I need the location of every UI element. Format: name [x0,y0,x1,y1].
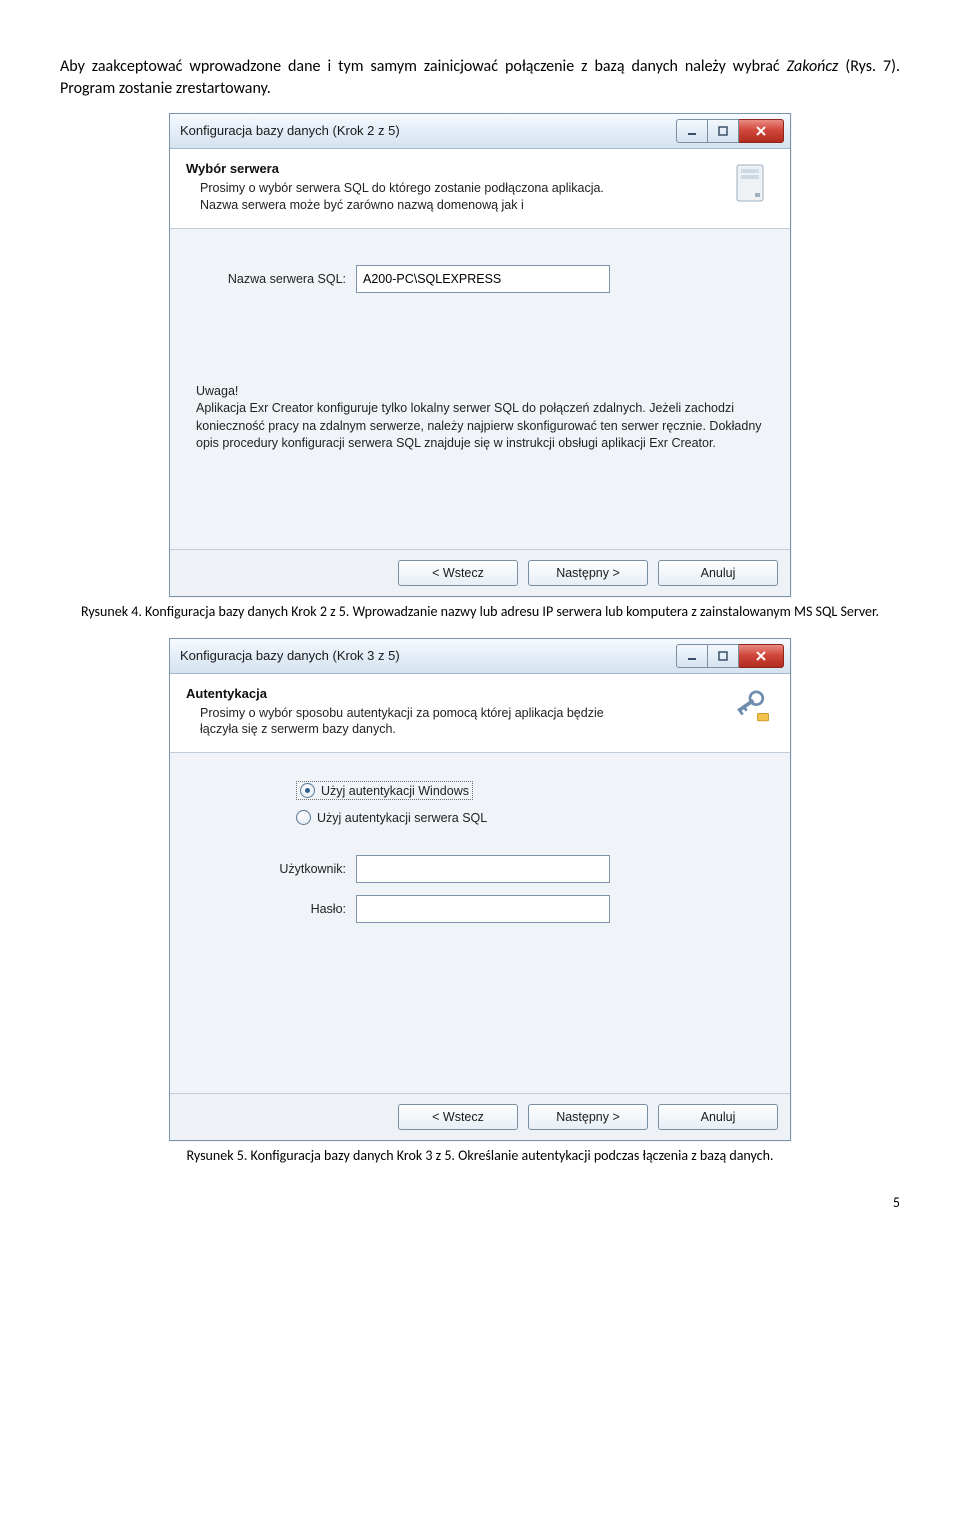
radio-sql-label: Użyj autentykacji serwera SQL [317,811,487,825]
close-button[interactable] [739,119,784,143]
server-name-label: Nazwa serwera SQL: [196,272,356,286]
maximize-icon [718,651,728,661]
back-button[interactable]: < Wstecz [398,560,518,586]
dialog-config-step2: Konfiguracja bazy danych (Krok 2 z 5) Wy… [169,113,791,597]
dialog-header: Wybór serwera Prosimy o wybór serwera SQ… [170,149,790,229]
radio-sql-auth[interactable]: Użyj autentykacji serwera SQL [296,808,764,827]
next-button[interactable]: Następny > [528,1104,648,1130]
cancel-button[interactable]: Anuluj [658,1104,778,1130]
close-button[interactable] [739,644,784,668]
window-title: Konfiguracja bazy danych (Krok 3 z 5) [180,648,676,663]
minimize-button[interactable] [676,119,708,143]
maximize-button[interactable] [708,644,739,668]
window-buttons [676,119,784,143]
server-name-row: Nazwa serwera SQL: [196,265,764,293]
cancel-button[interactable]: Anuluj [658,560,778,586]
header-description: Prosimy o wybór serwera SQL do którego z… [186,180,620,214]
dialog-footer: < Wstecz Następny > Anuluj [170,1093,790,1140]
key-icon [730,686,774,730]
minimize-icon [687,651,697,661]
dialog-body: Nazwa serwera SQL: Uwaga! Aplikacja Exr … [170,229,790,549]
auth-radio-group: Użyj autentykacji Windows Użyj autentyka… [296,781,764,827]
server-icon [730,161,774,205]
username-row: Użytkownik: [196,855,764,883]
radio-icon-selected [300,783,315,798]
window-title: Konfiguracja bazy danych (Krok 2 z 5) [180,123,676,138]
header-title: Wybór serwera [186,161,716,176]
close-icon [755,650,767,662]
dialog-header: Autentykacja Prosimy o wybór sposobu aut… [170,674,790,754]
figure5-caption: Rysunek 5. Konfiguracja bazy danych Krok… [60,1147,900,1164]
intro-paragraph: Aby zaakceptować wprowadzone dane i tym … [60,56,900,101]
server-name-input[interactable] [356,265,610,293]
minimize-button[interactable] [676,644,708,668]
password-label: Hasło: [196,902,356,916]
titlebar: Konfiguracja bazy danych (Krok 3 z 5) [170,639,790,674]
maximize-button[interactable] [708,119,739,143]
window-buttons [676,644,784,668]
radio-windows-label: Użyj autentykacji Windows [321,784,469,798]
username-label: Użytkownik: [196,862,356,876]
close-icon [755,125,767,137]
next-button[interactable]: Następny > [528,560,648,586]
intro-text-before: Aby zaakceptować wprowadzone dane i tym … [60,57,787,76]
maximize-icon [718,126,728,136]
dialog-body: Użyj autentykacji Windows Użyj autentyka… [170,753,790,1093]
intro-zakoncz: Zakończ [787,57,839,76]
page-number: 5 [60,1194,900,1211]
warning-block: Uwaga! Aplikacja Exr Creator konfiguruje… [196,383,764,453]
figure4-caption: Rysunek 4. Konfiguracja bazy danych Krok… [60,603,900,620]
dialog-footer: < Wstecz Następny > Anuluj [170,549,790,596]
dialog-config-step3: Konfiguracja bazy danych (Krok 3 z 5) Au… [169,638,791,1142]
username-input[interactable] [356,855,610,883]
radio-windows-auth[interactable]: Użyj autentykacji Windows [296,781,473,800]
titlebar: Konfiguracja bazy danych (Krok 2 z 5) [170,114,790,149]
password-row: Hasło: [196,895,764,923]
header-title: Autentykacja [186,686,716,701]
warning-body: Aplikacja Exr Creator konfiguruje tylko … [196,401,762,450]
password-input[interactable] [356,895,610,923]
warning-title: Uwaga! [196,383,764,401]
radio-icon-unselected [296,810,311,825]
back-button[interactable]: < Wstecz [398,1104,518,1130]
minimize-icon [687,126,697,136]
header-description: Prosimy o wybór sposobu autentykacji za … [186,705,620,739]
